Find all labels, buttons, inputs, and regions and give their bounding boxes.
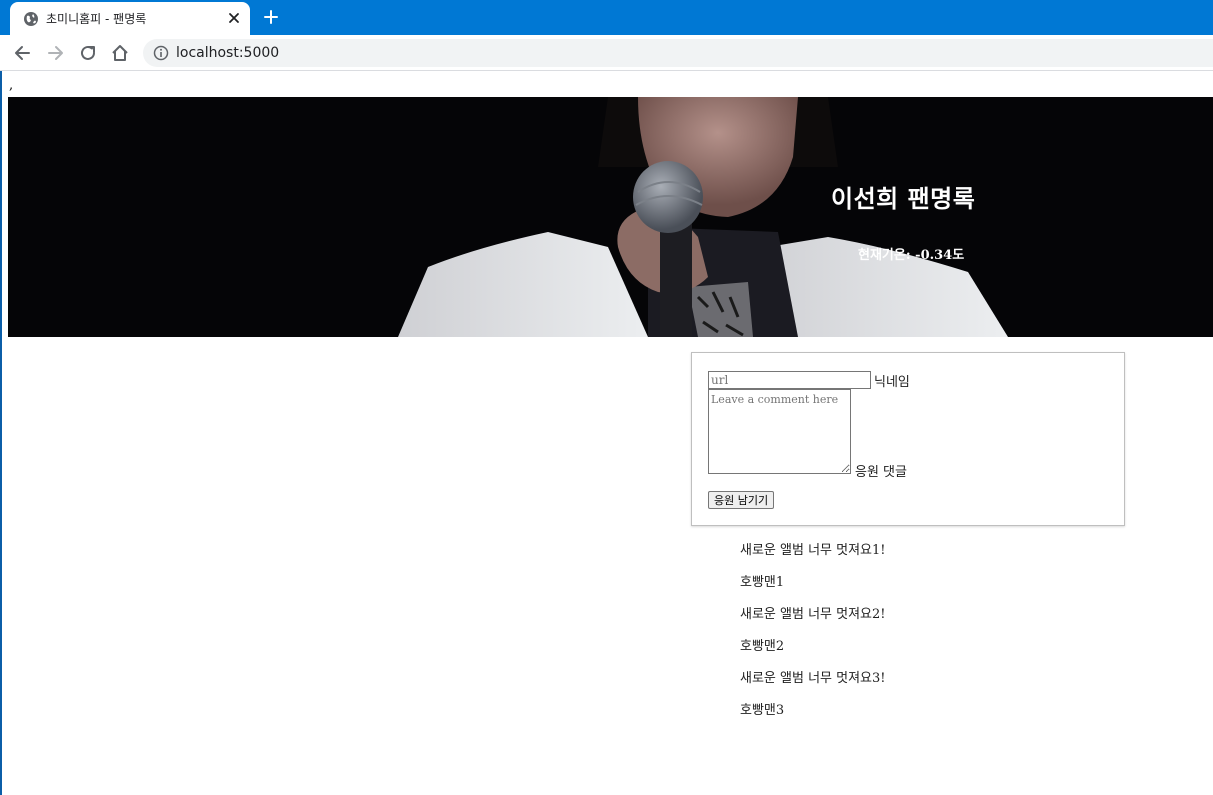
comment-text: 새로운 앨범 너무 멋져요2! (740, 607, 886, 622)
url-input[interactable] (708, 371, 871, 389)
comment-author: 호빵맨3 (740, 703, 785, 718)
submit-comment-button[interactable]: 응원 남기기 (708, 491, 775, 509)
back-arrow-icon[interactable] (13, 43, 33, 63)
home-icon[interactable] (110, 43, 130, 63)
hero-photo (8, 97, 1213, 337)
forward-arrow-icon[interactable] (45, 43, 65, 63)
plus-icon[interactable] (262, 8, 280, 26)
close-icon[interactable] (226, 10, 242, 26)
window-frame-left (0, 71, 2, 795)
reload-icon[interactable] (78, 43, 98, 63)
browser-tab-active[interactable]: 초미니홈피 - 팬명록 (10, 2, 250, 35)
info-icon[interactable] (153, 45, 169, 61)
tab-title: 초미니홈피 - 팬명록 (46, 12, 147, 26)
stray-text: , (9, 78, 14, 93)
temperature-readout: 현재기온: -0.34도 (858, 244, 964, 263)
browser-toolbar: localhost:5000 (0, 35, 1213, 71)
temperature-prefix: 현재기온: (858, 248, 916, 263)
url-text: localhost:5000 (176, 45, 280, 61)
temperature-unit: 도 (952, 248, 965, 263)
page-title: 이선희 팬명록 (831, 184, 976, 213)
globe-icon (24, 12, 38, 26)
comment-author: 호빵맨2 (740, 639, 785, 654)
comment-label: 응원 댓글 (855, 465, 907, 480)
comment-textarea[interactable] (708, 389, 851, 474)
address-bar[interactable]: localhost:5000 (143, 39, 1213, 67)
comment-form: 닉네임 응원 댓글 응원 남기기 (691, 352, 1125, 526)
comment-text: 새로운 앨범 너무 멋져요1! (740, 543, 886, 558)
nickname-label: 닉네임 (874, 375, 910, 390)
comment-list: 새로운 앨범 너무 멋져요1! 호빵맨1 새로운 앨범 너무 멋져요2! 호빵맨… (740, 543, 1140, 735)
hero-banner: 이선희 팬명록 현재기온: -0.34도 (8, 97, 1213, 337)
comment-text: 새로운 앨범 너무 멋져요3! (740, 671, 886, 686)
temperature-value: -0.34 (915, 248, 953, 263)
comment-author: 호빵맨1 (740, 575, 785, 590)
browser-tabstrip: 초미니홈피 - 팬명록 (0, 0, 1213, 35)
